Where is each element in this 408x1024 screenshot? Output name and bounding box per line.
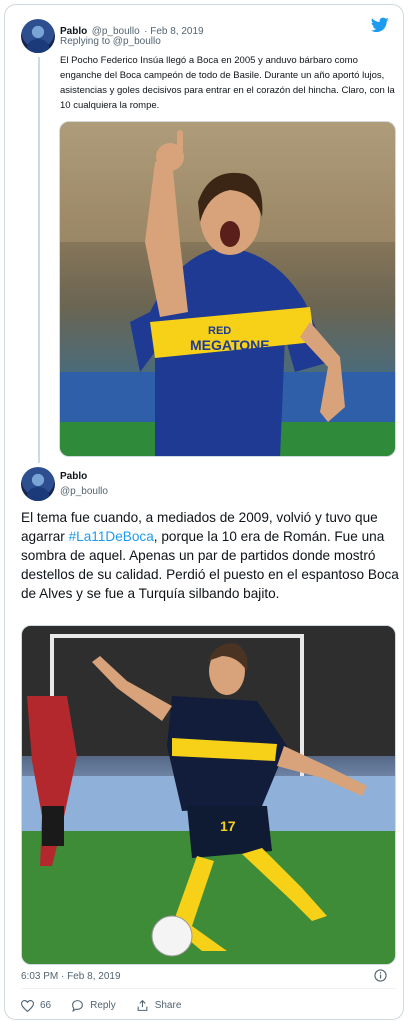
like-button[interactable]: 66 [21, 999, 52, 1012]
thread-line [38, 57, 40, 463]
author-name[interactable]: Pablo [60, 471, 87, 482]
tweet2-text: El tema fue cuando, a mediados de 2009, … [21, 508, 399, 603]
tweet2-photo[interactable]: 17 [21, 625, 396, 965]
like-count: 66 [40, 1000, 52, 1011]
share-button[interactable]: Share [136, 999, 182, 1012]
info-icon[interactable] [374, 969, 387, 982]
heart-icon [21, 999, 34, 1012]
tweet1-photo[interactable]: RED MEGATONE [59, 121, 396, 457]
jersey-text-sponsor: MEGATONE [190, 337, 270, 353]
reply-button[interactable]: Reply [71, 999, 116, 1012]
player-photo-illustration: RED MEGATONE [60, 122, 395, 456]
tweet-timestamp[interactable]: 6:03 PM · Feb 8, 2019 [21, 971, 121, 982]
avatar[interactable] [21, 19, 55, 53]
player-photo-illustration: 17 [22, 626, 395, 964]
jersey-text-red: RED [208, 325, 231, 337]
twitter-bird-icon[interactable] [371, 17, 389, 33]
avatar[interactable] [21, 467, 55, 501]
reply-label: Reply [90, 1000, 116, 1011]
share-label: Share [154, 1000, 182, 1011]
divider [21, 988, 396, 989]
replying-to[interactable]: Replying to @p_boullo [60, 36, 161, 47]
action-bar: 66 Reply Share [21, 999, 201, 1012]
tweet1-text: El Pocho Federico Insúa llegó a Boca en … [60, 55, 395, 111]
author-handle[interactable]: @p_boullo [60, 486, 108, 497]
hashtag-link[interactable]: #La11DeBoca [69, 529, 154, 544]
embedded-tweet-card: Pablo @p_boullo · Feb 8, 2019 Replying t… [4, 4, 404, 1020]
share-icon [137, 999, 148, 1011]
reply-icon [72, 1000, 84, 1012]
shirt-number: 17 [220, 818, 236, 834]
